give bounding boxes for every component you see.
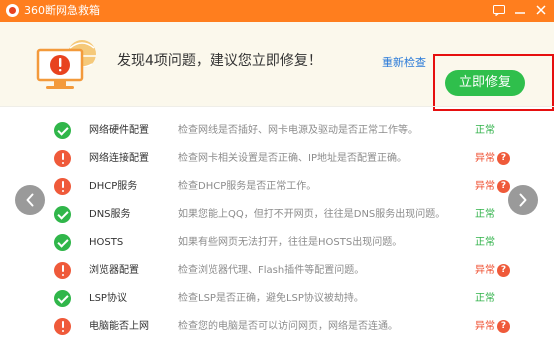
help-question-icon[interactable]: ?: [497, 152, 510, 165]
status-label: 异常: [475, 153, 495, 164]
check-row-browser: 浏览器配置 检查浏览器代理、Flash插件等配置问题。 异常 ?: [0, 257, 554, 285]
help-question-icon[interactable]: ?: [497, 180, 510, 193]
next-arrow-icon[interactable]: [508, 185, 538, 215]
check-description: 检查网卡相关设置是否正确、IP地址是否配置正确。: [178, 153, 407, 164]
error-alert-icon: [54, 178, 71, 195]
check-name: DHCP服务: [89, 181, 138, 192]
close-icon[interactable]: [533, 3, 549, 19]
issues-found-message: 发现4项问题，建议您立即修复！: [117, 53, 322, 69]
status-label: 正常: [475, 209, 495, 220]
check-row-dhcp: DHCP服务 检查DHCP服务是否正常工作。 异常 ?: [0, 173, 554, 201]
check-name: DNS服务: [89, 209, 131, 220]
check-name: 浏览器配置: [89, 265, 139, 276]
status-label: 异常: [475, 321, 495, 332]
check-name: 电脑能否上网: [89, 321, 149, 332]
help-question-icon[interactable]: ?: [497, 320, 510, 333]
result-header: 发现4项问题，建议您立即修复！ 重新检查 立即修复: [0, 22, 554, 111]
check-list: 网络硬件配置 检查网线是否插好、网卡电源及驱动是否正常工作等。 正常 网络连接配…: [0, 117, 554, 341]
status-label: 正常: [475, 237, 495, 248]
check-description: 检查网线是否插好、网卡电源及驱动是否正常工作等。: [178, 125, 418, 136]
ok-check-icon: [54, 290, 71, 307]
check-row-connection: 网络连接配置 检查网卡相关设置是否正确、IP地址是否配置正确。 异常 ?: [0, 145, 554, 173]
check-description: 检查DHCP服务是否正常工作。: [178, 181, 317, 192]
error-alert-icon: [54, 150, 71, 167]
status-label: 正常: [475, 293, 495, 304]
fix-now-button[interactable]: 立即修复: [445, 70, 525, 96]
previous-arrow-icon[interactable]: [15, 185, 45, 215]
check-description: 如果您能上QQ，但打不开网页，往往是DNS服务出现问题。: [178, 209, 446, 220]
ok-check-icon: [54, 206, 71, 223]
check-description: 检查浏览器代理、Flash插件等配置问题。: [178, 265, 365, 276]
window-title: 360断网急救箱: [24, 4, 100, 17]
warning-computer-icon: [36, 40, 96, 89]
status-label: 正常: [475, 125, 495, 136]
check-description: 检查LSP是否正确，避免LSP协议被劫持。: [178, 293, 364, 304]
title-bar: 360断网急救箱: [0, 0, 554, 22]
minimize-icon[interactable]: [512, 3, 528, 19]
check-description: 如果有些网页无法打开，往往是HOSTS出现问题。: [178, 237, 403, 248]
check-row-internet: 电脑能否上网 检查您的电脑是否可以访问网页，网络是否连通。 异常 ?: [0, 313, 554, 341]
check-row-hosts: HOSTS 如果有些网页无法打开，往往是HOSTS出现问题。 正常: [0, 229, 554, 257]
help-question-icon[interactable]: ?: [497, 264, 510, 277]
header-divider: [0, 106, 554, 107]
check-name: 网络连接配置: [89, 153, 149, 164]
check-row-hardware: 网络硬件配置 检查网线是否插好、网卡电源及驱动是否正常工作等。 正常: [0, 117, 554, 145]
recheck-link[interactable]: 重新检查: [382, 56, 426, 70]
check-row-lsp: LSP协议 检查LSP是否正确，避免LSP协议被劫持。 正常: [0, 285, 554, 313]
ok-check-icon: [54, 234, 71, 251]
check-name: HOSTS: [89, 237, 124, 248]
error-alert-icon: [54, 318, 71, 335]
360-logo-icon: [6, 4, 19, 17]
check-description: 检查您的电脑是否可以访问网页，网络是否连通。: [178, 321, 398, 332]
feedback-icon[interactable]: [491, 3, 507, 19]
status-label: 异常: [475, 265, 495, 276]
error-alert-icon: [54, 262, 71, 279]
status-label: 异常: [475, 181, 495, 192]
check-name: 网络硬件配置: [89, 125, 149, 136]
ok-check-icon: [54, 122, 71, 139]
check-name: LSP协议: [89, 293, 127, 304]
check-row-dns: DNS服务 如果您能上QQ，但打不开网页，往往是DNS服务出现问题。 正常: [0, 201, 554, 229]
